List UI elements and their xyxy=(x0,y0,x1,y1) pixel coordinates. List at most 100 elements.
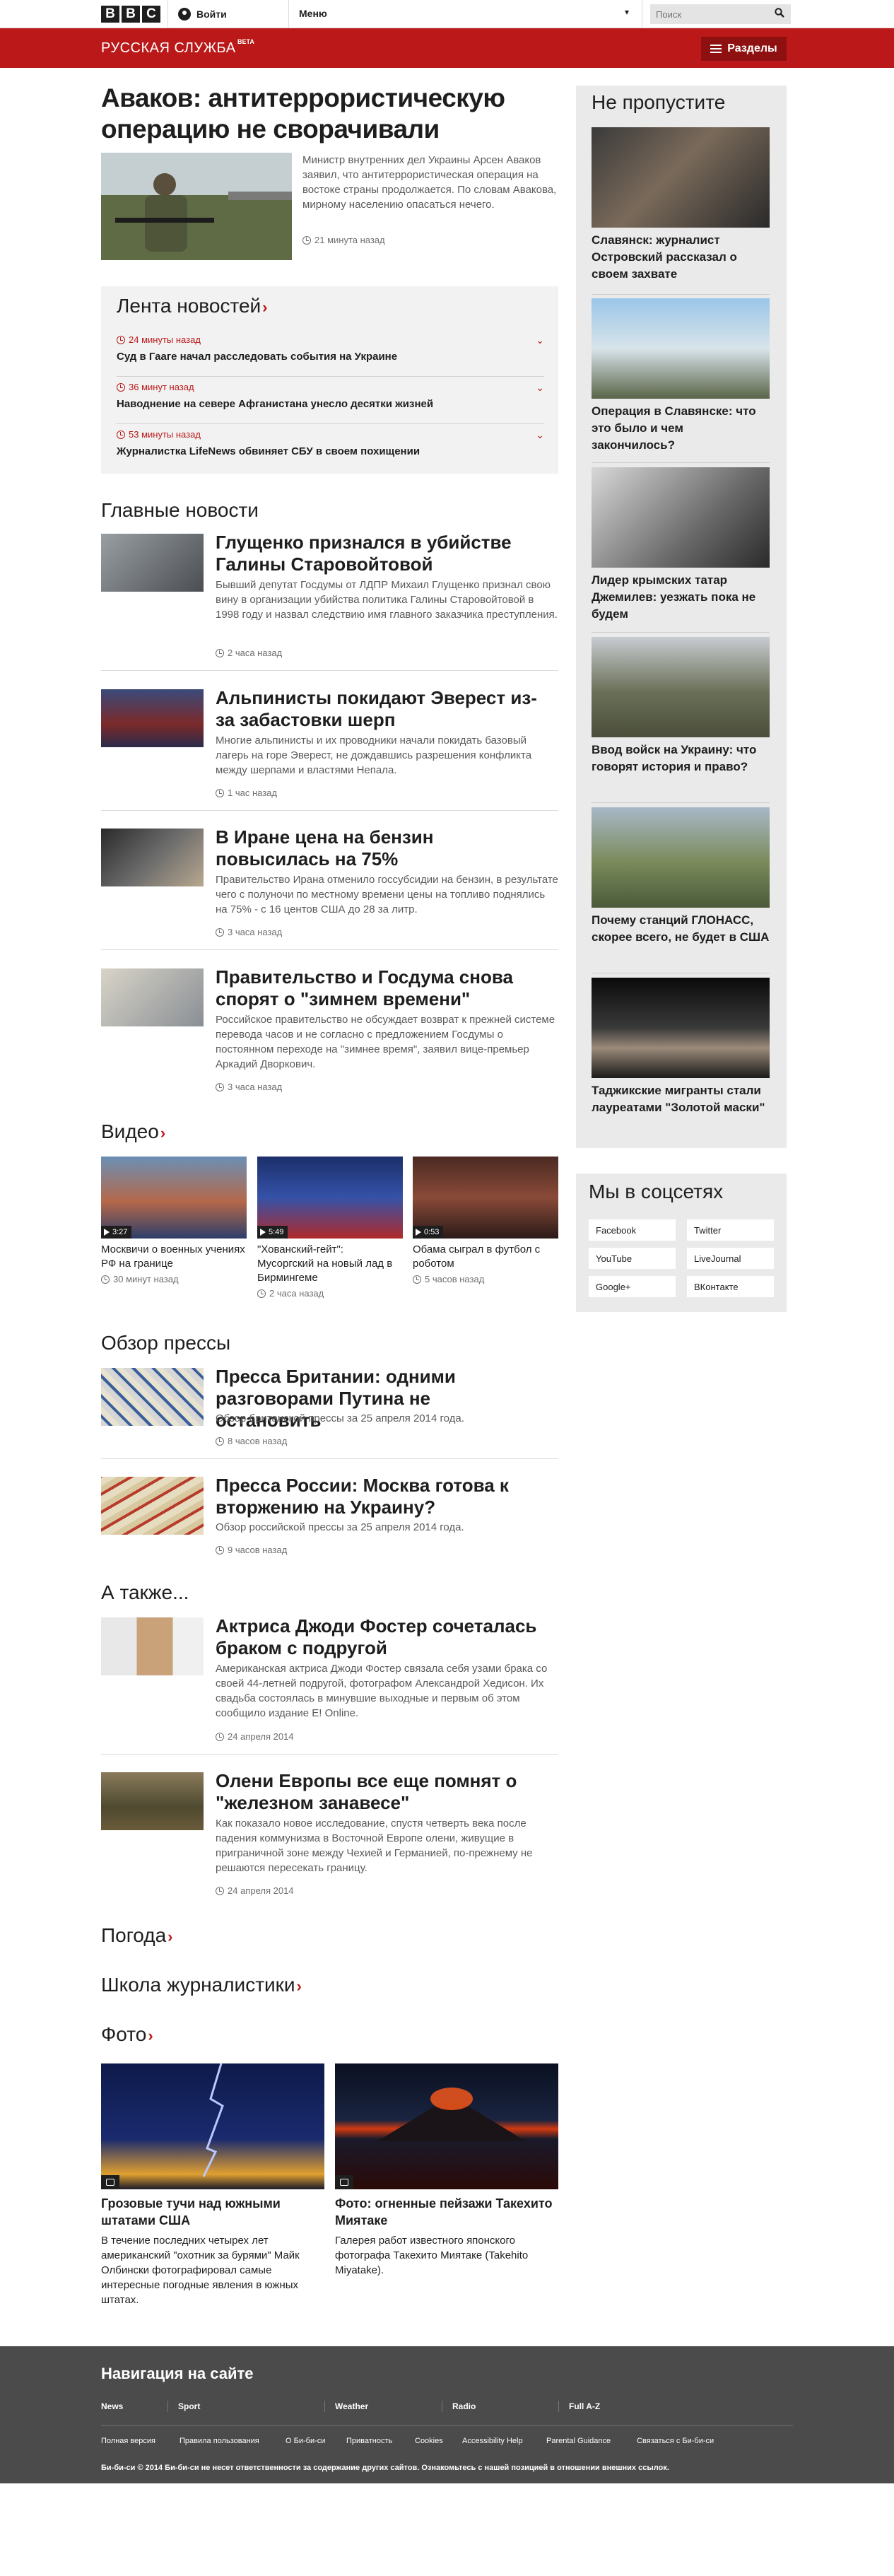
divider xyxy=(324,2401,325,2412)
signin-label: Войти xyxy=(196,8,227,20)
clock-icon xyxy=(216,927,224,937)
duration-text: 0:53 xyxy=(424,1228,440,1236)
feed-item[interactable]: 53 минуты назад Журналистка LifeNews обв… xyxy=(117,429,544,470)
divider xyxy=(101,670,558,671)
sidebar-item[interactable]: Лидер крымских татар Джемилев: уезжать п… xyxy=(592,467,770,623)
story-image[interactable] xyxy=(101,968,204,1026)
sections-button[interactable]: Разделы xyxy=(701,37,787,61)
feed-title[interactable]: Лента новостей› xyxy=(117,295,268,317)
story-headline[interactable]: Глущенко признался в убийстве Галины Ста… xyxy=(216,532,541,575)
story-image[interactable] xyxy=(101,534,204,592)
video-item[interactable]: 0:53 Обама сыграл в футбол с роботом 5 ч… xyxy=(413,1157,558,1284)
menu-button[interactable]: Меню xyxy=(299,8,327,19)
video-item[interactable]: 5:49 "Хованский-гейт": Мусоргский на нов… xyxy=(257,1157,403,1299)
feed-item[interactable]: 36 минут назад Наводнение на севере Афга… xyxy=(117,382,544,424)
footer-nav-sport[interactable]: Sport xyxy=(178,2401,200,2411)
story-headline[interactable]: Альпинисты покидают Эверест из-за забаст… xyxy=(216,687,541,731)
story-image[interactable] xyxy=(101,689,204,747)
video-item[interactable]: 3:27 Москвичи о военных учениях РФ на гр… xyxy=(101,1157,247,1284)
sidebar-text: Лидер крымских татар Джемилев: уезжать п… xyxy=(592,573,756,621)
caret-down-icon[interactable]: ▾ xyxy=(625,7,629,17)
press-title: Обзор прессы xyxy=(101,1332,231,1354)
time-text: 21 минута назад xyxy=(314,235,385,245)
google-plus-button[interactable]: Google+ xyxy=(589,1276,676,1297)
footer-nav-news[interactable]: News xyxy=(101,2401,123,2411)
journalism-school-link[interactable]: Школа журналистики› xyxy=(101,1974,302,1996)
divider xyxy=(101,2425,793,2426)
chevron-down-icon[interactable]: ⌄ xyxy=(536,334,544,346)
story-timestamp: 9 часов назад xyxy=(216,1545,287,1555)
divider xyxy=(101,949,558,950)
youtube-button[interactable]: YouTube xyxy=(589,1248,676,1269)
story-headline[interactable]: В Иране цена на бензин повысилась на 75% xyxy=(216,826,541,870)
search-input[interactable] xyxy=(650,4,791,24)
time-text: 3 часа назад xyxy=(228,927,283,937)
beta-badge: BETA xyxy=(237,38,254,45)
duration-badge: 5:49 xyxy=(257,1226,288,1239)
lead-image[interactable] xyxy=(101,153,292,260)
story-headline[interactable]: Олени Европы все еще помнят о "железном … xyxy=(216,1770,558,1814)
sidebar-text: Таджикские мигранты стали лауреатами "Зо… xyxy=(592,1084,765,1114)
footer-link[interactable]: О Би-би-си xyxy=(286,2437,325,2445)
footer-link[interactable]: Accessibility Help xyxy=(462,2437,523,2445)
chevron-down-icon[interactable]: ⌄ xyxy=(536,429,544,441)
photo-item[interactable]: Фото: огненные пейзажи Такехито Миятаке … xyxy=(335,2063,558,2278)
vkontakte-button[interactable]: ВКонтакте xyxy=(687,1276,774,1297)
sidebar-item[interactable]: Почему станций ГЛОНАСС, скорее всего, не… xyxy=(592,807,770,946)
external-links-policy[interactable]: Ознакомьтесь с нашей позицией в отношени… xyxy=(421,2464,669,2472)
footer-nav-weather[interactable]: Weather xyxy=(335,2401,368,2411)
news-feed: Лента новостей› 24 минуты назад Суд в Га… xyxy=(101,286,558,474)
time-text: 36 минут назад xyxy=(129,382,194,392)
footer-link[interactable]: Связаться с Би-би-си xyxy=(637,2437,714,2445)
video-thumbnail[interactable]: 3:27 xyxy=(101,1157,247,1239)
footer-link[interactable]: Полная версия xyxy=(101,2437,155,2445)
sidebar-item[interactable]: Ввод войск на Украину: что говорят истор… xyxy=(592,637,770,775)
story-headline[interactable]: Актриса Джоди Фостер сочеталась браком с… xyxy=(216,1615,558,1659)
photo-title[interactable]: Фото› xyxy=(101,2023,153,2046)
sidebar-item[interactable]: Таджикские мигранты стали лауреатами "Зо… xyxy=(592,978,770,1116)
service-name[interactable]: РУССКАЯ СЛУЖБА xyxy=(101,40,236,57)
feed-item[interactable]: 24 минуты назад Суд в Гааге начал рассле… xyxy=(117,334,544,377)
time-text: 2 часа назад xyxy=(269,1288,324,1299)
story-summary: Правительство Ирана отменило госсубсидии… xyxy=(216,874,558,915)
story-headline[interactable]: Правительство и Госдума снова спорят о "… xyxy=(216,966,548,1010)
video-thumbnail[interactable]: 0:53 xyxy=(413,1157,558,1239)
photo-item[interactable]: Грозовые тучи над южными штатами США В т… xyxy=(101,2063,324,2307)
footer-link[interactable]: Parental Guidance xyxy=(546,2437,611,2445)
clock-icon xyxy=(216,1436,224,1446)
footer-link[interactable]: Правила пользования xyxy=(180,2437,259,2445)
story-image[interactable] xyxy=(101,1772,204,1830)
bbc-logo[interactable]: B B C xyxy=(101,6,160,23)
time-text: 24 апреля 2014 xyxy=(228,1731,294,1742)
photo-image[interactable] xyxy=(335,2063,558,2189)
story-image[interactable] xyxy=(101,829,204,886)
sidebar-image xyxy=(592,807,770,908)
story-image[interactable] xyxy=(101,1477,204,1535)
lead-headline[interactable]: Аваков: антитеррористическую операцию не… xyxy=(101,83,539,145)
story-timestamp: 2 часа назад xyxy=(216,648,282,658)
footer-nav-radio[interactable]: Radio xyxy=(452,2401,476,2411)
sections-label: Разделы xyxy=(727,42,777,54)
video-thumbnail[interactable]: 5:49 xyxy=(257,1157,403,1239)
footer-link[interactable]: Cookies xyxy=(415,2437,443,2445)
clock-icon xyxy=(216,1886,224,1895)
signin-button[interactable]: Войти xyxy=(178,8,227,21)
footer-link[interactable]: Приватность xyxy=(346,2437,392,2445)
video-title[interactable]: Видео› xyxy=(101,1120,165,1143)
weather-link[interactable]: Погода› xyxy=(101,1924,173,1947)
sidebar-item[interactable]: Операция в Славянске: что это было и чем… xyxy=(592,298,770,454)
sidebar-item[interactable]: Славянск: журналист Островский рассказал… xyxy=(592,127,770,283)
clock-icon xyxy=(101,1275,110,1284)
facebook-button[interactable]: Facebook xyxy=(589,1219,676,1241)
story-headline[interactable]: Пресса России: Москва готова к вторжению… xyxy=(216,1475,541,1518)
divider xyxy=(288,0,289,28)
story-timestamp: 8 часов назад xyxy=(216,1436,287,1446)
search-icon[interactable] xyxy=(775,8,784,18)
livejournal-button[interactable]: LiveJournal xyxy=(687,1248,774,1269)
chevron-down-icon[interactable]: ⌄ xyxy=(536,382,544,394)
twitter-button[interactable]: Twitter xyxy=(687,1219,774,1241)
story-image[interactable] xyxy=(101,1368,204,1426)
photo-image[interactable] xyxy=(101,2063,324,2189)
story-image[interactable] xyxy=(101,1617,204,1675)
footer-nav-full-az[interactable]: Full A-Z xyxy=(569,2401,600,2411)
